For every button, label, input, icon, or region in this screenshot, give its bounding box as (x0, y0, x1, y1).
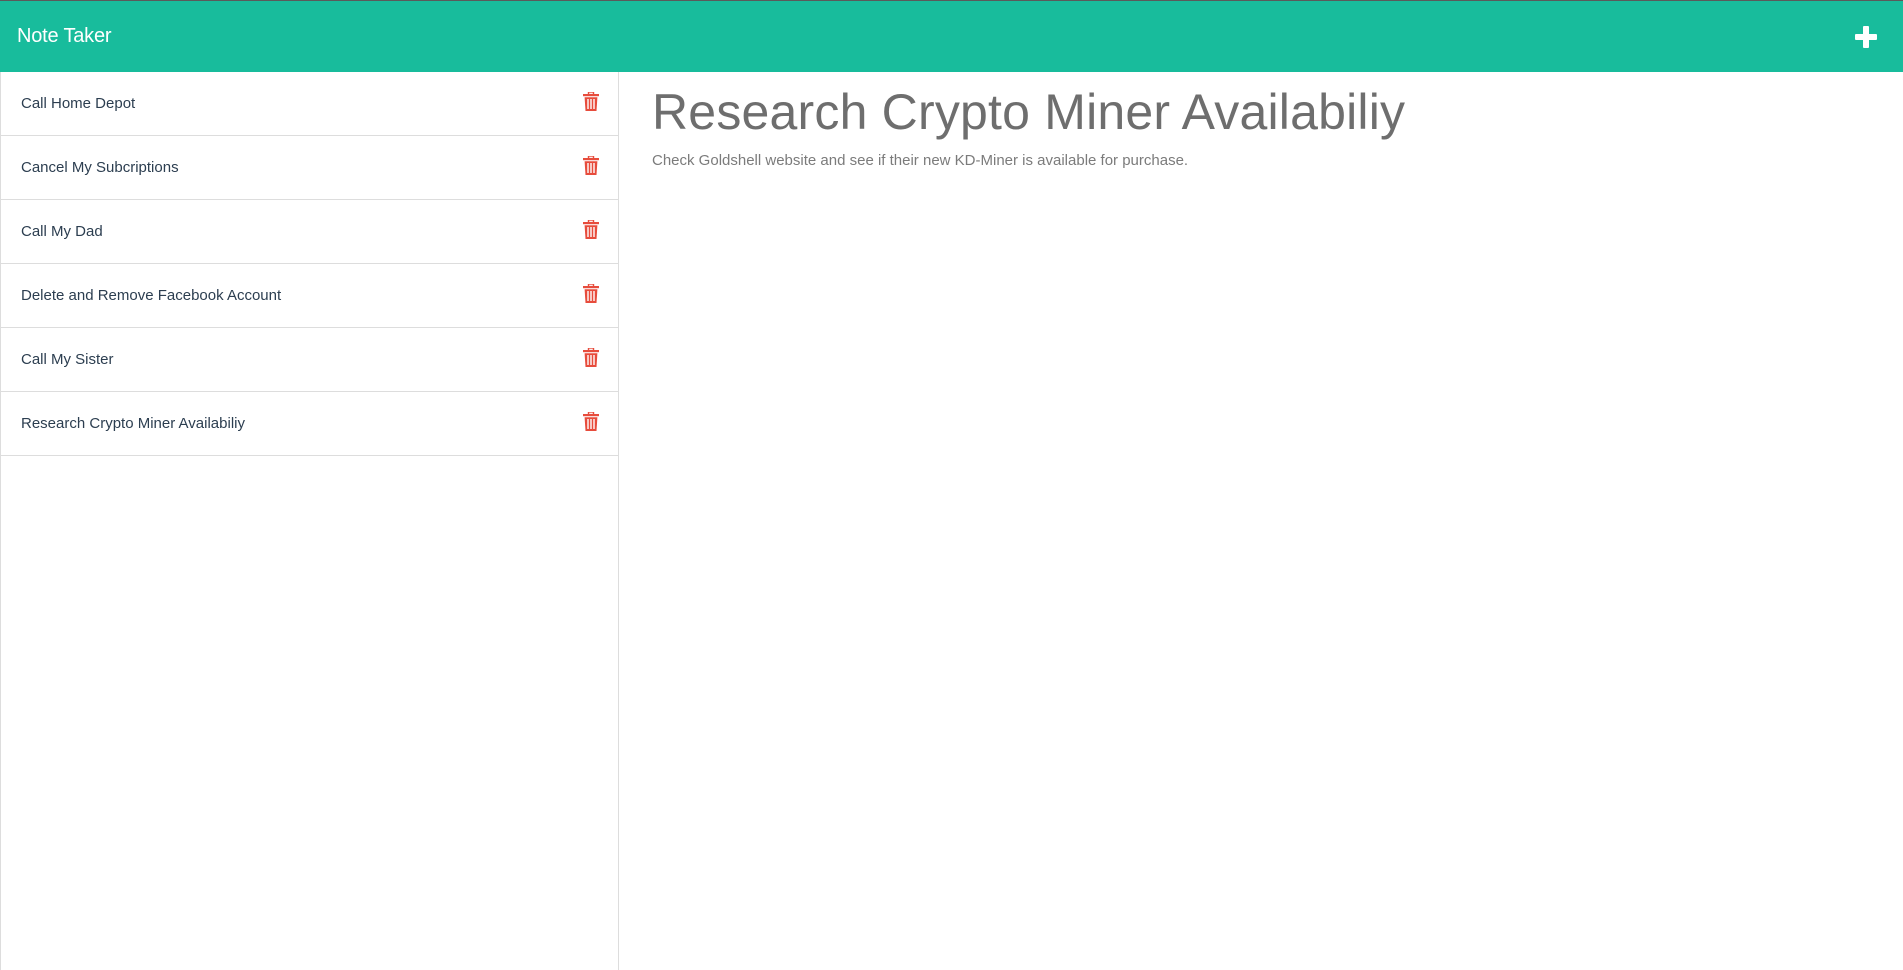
trash-icon[interactable] (583, 156, 599, 175)
note-title-label[interactable]: Call Home Depot (21, 95, 135, 112)
list-item[interactable]: Delete and Remove Facebook Account (1, 264, 618, 328)
trash-icon[interactable] (583, 284, 599, 303)
list-item[interactable]: Call My Dad (1, 200, 618, 264)
note-title-display[interactable]: Research Crypto Miner Availabiliy (652, 82, 1882, 142)
list-item[interactable]: Cancel My Subcriptions (1, 136, 618, 200)
note-title-label[interactable]: Call My Dad (21, 223, 103, 240)
note-text-display[interactable]: Check Goldshell website and see if their… (652, 152, 1882, 169)
trash-icon[interactable] (583, 92, 599, 111)
note-title-label[interactable]: Delete and Remove Facebook Account (21, 287, 281, 304)
note-title-label[interactable]: Cancel My Subcriptions (21, 159, 179, 176)
navbar: Note Taker (0, 0, 1903, 72)
note-list: Call Home Depot Cancel My Subcriptions C… (0, 72, 619, 970)
note-title-label[interactable]: Call My Sister (21, 351, 114, 368)
plus-icon[interactable] (1855, 25, 1877, 48)
app-brand[interactable]: Note Taker (17, 25, 112, 48)
trash-icon[interactable] (583, 412, 599, 431)
list-item[interactable]: Call Home Depot (1, 72, 618, 136)
trash-icon[interactable] (583, 348, 599, 367)
trash-icon[interactable] (583, 220, 599, 239)
note-title-label[interactable]: Research Crypto Miner Availabiliy (21, 415, 245, 432)
list-item[interactable]: Research Crypto Miner Availabiliy (1, 392, 618, 456)
note-editor: Research Crypto Miner Availabiliy Check … (652, 72, 1882, 169)
list-item[interactable]: Call My Sister (1, 328, 618, 392)
